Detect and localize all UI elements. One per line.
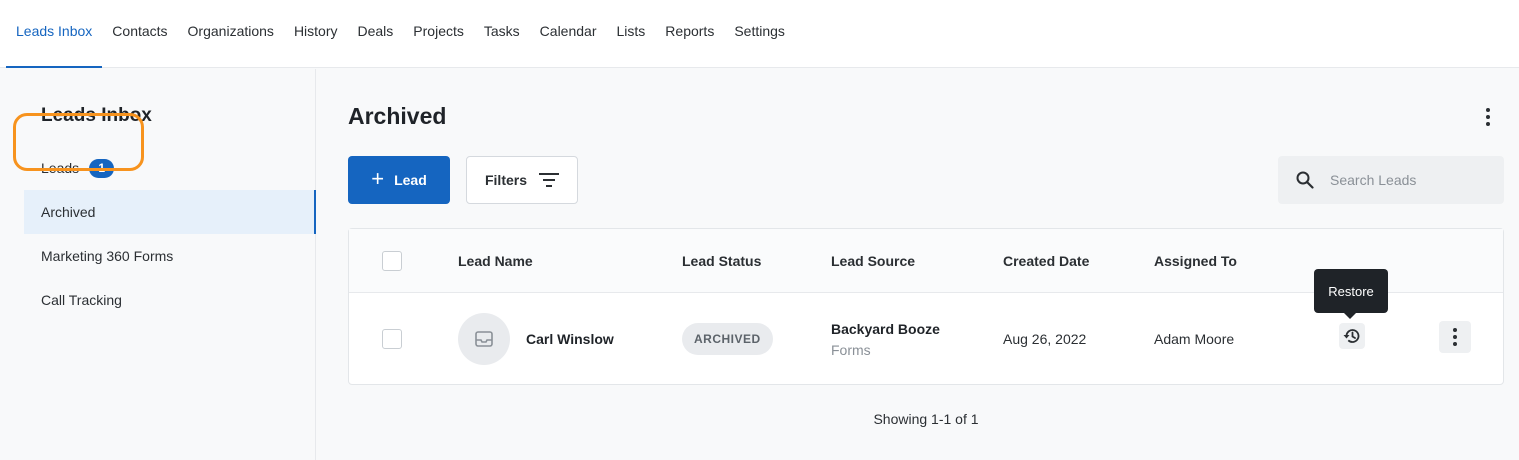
nav-calendar[interactable]: Calendar: [530, 0, 607, 68]
column-header-lead-source[interactable]: Lead Source: [831, 229, 915, 293]
sidebar-item-marketing-360-forms[interactable]: Marketing 360 Forms: [0, 234, 316, 278]
nav-deals[interactable]: Deals: [348, 0, 404, 68]
restore-history-icon: [1343, 329, 1360, 343]
nav-tasks[interactable]: Tasks: [474, 0, 530, 68]
assigned-to: Adam Moore: [1154, 331, 1235, 347]
lead-source: Backyard Booze: [831, 320, 940, 337]
lead-source-cell: Backyard Booze Forms: [831, 293, 940, 385]
nav-lists[interactable]: Lists: [607, 0, 656, 68]
sidebar-item-archived[interactable]: Archived: [24, 190, 316, 234]
inbox-icon: [475, 331, 493, 347]
sidebar-item-call-tracking[interactable]: Call Tracking: [0, 278, 316, 322]
lead-name[interactable]: Carl Winslow: [526, 293, 614, 385]
row-checkbox[interactable]: [382, 329, 402, 349]
created-date: Aug 26, 2022: [1003, 331, 1087, 347]
column-header-lead-name[interactable]: Lead Name: [458, 229, 533, 293]
status-badge: ARCHIVED: [682, 323, 773, 355]
nav-organizations[interactable]: Organizations: [178, 0, 284, 68]
filters-button[interactable]: Filters: [466, 156, 578, 204]
add-lead-button[interactable]: + Lead: [348, 156, 450, 204]
page-title: Archived: [348, 103, 447, 129]
sidebar-title: Leads Inbox: [41, 105, 152, 126]
filters-label: Filters: [484, 172, 527, 188]
column-header-created-date[interactable]: Created Date: [1003, 229, 1089, 293]
add-lead-label: Lead: [394, 172, 427, 188]
sidebar-item-label: Call Tracking: [41, 292, 122, 308]
top-navigation: Leads Inbox Contacts Organizations Histo…: [0, 0, 1519, 68]
leads-count-badge: 1: [89, 158, 115, 178]
search-leads-input[interactable]: [1328, 171, 1488, 189]
nav-projects[interactable]: Projects: [403, 0, 474, 68]
restore-tooltip: Restore: [1314, 269, 1388, 319]
nav-history[interactable]: History: [284, 0, 348, 68]
lead-source-type: Forms: [831, 341, 871, 358]
nav-leads-inbox[interactable]: Leads Inbox: [6, 0, 103, 68]
sidebar-item-label: Leads: [41, 160, 80, 176]
sidebar: Leads Inbox Leads 1 Archived Marketing 3…: [0, 69, 316, 460]
nav-reports[interactable]: Reports: [655, 0, 724, 68]
search-icon: [1296, 171, 1314, 189]
filter-lines-icon: [539, 173, 559, 187]
search-box: [1278, 156, 1504, 204]
sidebar-item-label: Archived: [41, 204, 96, 220]
column-header-lead-status[interactable]: Lead Status: [682, 229, 761, 293]
page-more-options-icon[interactable]: [1478, 106, 1498, 128]
column-header-assigned-to[interactable]: Assigned To: [1154, 229, 1237, 293]
avatar: [458, 313, 510, 365]
pagination-summary: Showing 1-1 of 1: [873, 411, 979, 427]
nav-settings[interactable]: Settings: [724, 0, 795, 68]
plus-icon: +: [371, 166, 385, 191]
row-more-options-icon[interactable]: [1439, 321, 1471, 353]
sidebar-item-leads[interactable]: Leads 1: [0, 146, 316, 190]
select-all-checkbox[interactable]: [382, 251, 402, 271]
lead-status-cell: ARCHIVED: [682, 293, 773, 385]
nav-contacts[interactable]: Contacts: [102, 0, 177, 68]
sidebar-item-label: Marketing 360 Forms: [41, 248, 174, 264]
restore-button[interactable]: [1339, 323, 1365, 349]
